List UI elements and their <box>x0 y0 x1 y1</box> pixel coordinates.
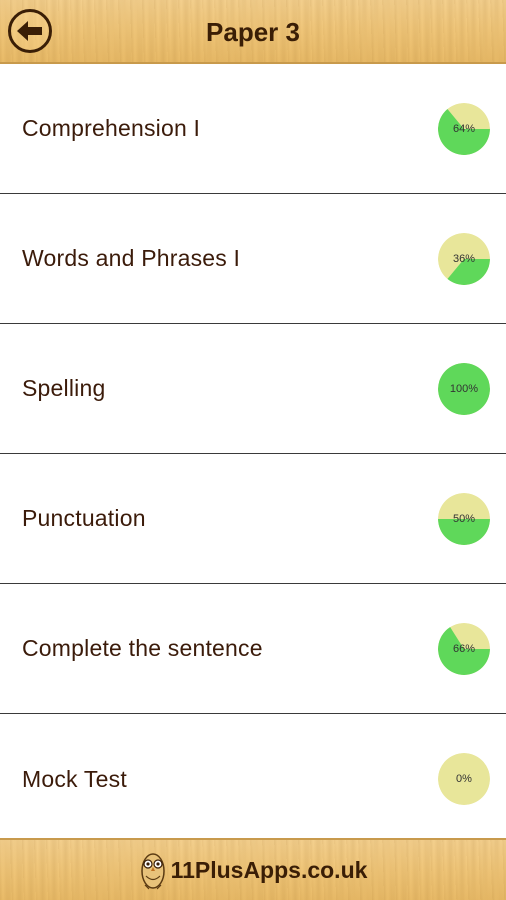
progress-percent: 50% <box>452 512 476 525</box>
progress-pie: 0% <box>438 753 490 805</box>
list-item-label: Comprehension I <box>22 115 201 141</box>
list-item[interactable]: Comprehension I 64% <box>0 64 506 194</box>
progress-percent: 66% <box>452 642 476 655</box>
progress-percent: 36% <box>452 252 476 265</box>
list-item[interactable]: Complete the sentence 66% <box>0 584 506 714</box>
page-title: Paper 3 <box>206 16 300 47</box>
progress-pie: 100% <box>438 362 490 415</box>
list-item-label: Words and Phrases I <box>22 245 241 271</box>
list-item[interactable]: Punctuation 50% <box>0 454 506 584</box>
progress-pie: 66% <box>438 622 490 675</box>
list-item-label: Spelling <box>22 375 106 401</box>
progress-percent: 0% <box>456 773 472 785</box>
topic-list: Comprehension I 64% Words and Phrases I … <box>0 64 506 838</box>
progress-pie: 36% <box>438 232 490 285</box>
list-item-label: Mock Test <box>22 765 127 792</box>
list-item[interactable]: Mock Test 0% <box>0 714 506 844</box>
list-item[interactable]: Spelling 100% <box>0 324 506 454</box>
progress-pie: 64% <box>438 102 490 155</box>
list-item[interactable]: Words and Phrases I 36% <box>0 194 506 324</box>
footer-banner[interactable]: 11PlusApps.co.uk <box>0 838 506 900</box>
list-item-label: Punctuation <box>22 505 146 531</box>
progress-percent: 100% <box>449 382 479 395</box>
owl-logo-icon <box>140 853 165 890</box>
list-item-label: Complete the sentence <box>22 635 263 661</box>
footer-link-text: 11PlusApps.co.uk <box>170 856 368 883</box>
app-header: Paper 3 <box>0 0 506 64</box>
progress-pie: 50% <box>438 492 490 545</box>
progress-percent: 64% <box>452 122 476 135</box>
